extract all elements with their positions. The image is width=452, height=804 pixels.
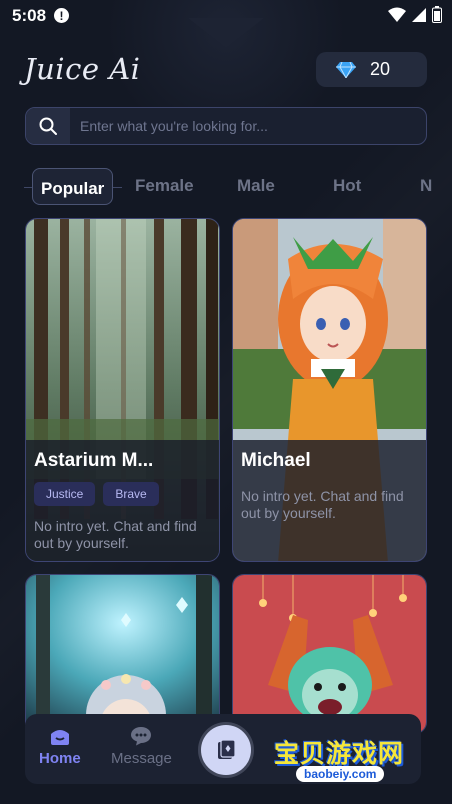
tab-decoration-line bbox=[112, 187, 122, 188]
category-tabs: Popular Female Male Hot N bbox=[0, 168, 452, 208]
tab-more[interactable]: N bbox=[420, 176, 432, 196]
app-logo: Juice Ai bbox=[24, 52, 141, 86]
character-card[interactable]: Michael No intro yet. Chat and find out … bbox=[232, 218, 427, 562]
card-info: Michael No intro yet. Chat and find out … bbox=[233, 440, 426, 561]
card-image-fairy-forest bbox=[26, 575, 219, 733]
character-card[interactable] bbox=[25, 574, 220, 734]
create-card-button[interactable] bbox=[201, 725, 251, 775]
watermark-url: baobeiy.com bbox=[296, 766, 385, 782]
watermark-logo: 宝贝游戏网 baobeiy.com bbox=[274, 730, 424, 792]
nav-home[interactable]: Home bbox=[39, 726, 81, 767]
search-icon bbox=[39, 117, 57, 135]
tab-hot[interactable]: Hot bbox=[333, 176, 361, 196]
status-time: 5:08 bbox=[12, 6, 47, 25]
card-image-cartoon-character bbox=[233, 575, 426, 733]
cards-icon bbox=[218, 739, 236, 759]
diamond-icon bbox=[336, 61, 356, 78]
wifi-icon bbox=[388, 7, 406, 22]
tab-female[interactable]: Female bbox=[135, 176, 194, 196]
character-card[interactable]: Astarium M... Justice Brave No intro yet… bbox=[25, 218, 220, 562]
gem-balance[interactable]: 20 bbox=[316, 52, 427, 87]
nav-message[interactable]: Message bbox=[111, 726, 172, 767]
character-intro: No intro yet. Chat and find out by yours… bbox=[241, 488, 404, 521]
search-button[interactable] bbox=[26, 108, 70, 144]
watermark-text: 宝贝游戏网 bbox=[274, 739, 405, 768]
gem-count: 20 bbox=[370, 59, 391, 79]
battery-icon bbox=[432, 6, 442, 23]
tag-list: Justice Brave bbox=[34, 482, 211, 506]
search-input[interactable] bbox=[70, 108, 426, 144]
nav-home-label: Home bbox=[39, 750, 81, 767]
character-card[interactable] bbox=[232, 574, 427, 734]
alert-icon: ! bbox=[54, 8, 69, 23]
signal-icon bbox=[412, 7, 426, 22]
status-bar: 5:08 ! bbox=[0, 0, 452, 32]
character-name: Michael bbox=[241, 450, 311, 471]
tab-popular[interactable]: Popular bbox=[32, 168, 114, 205]
home-icon bbox=[50, 730, 69, 745]
tag-badge: Justice bbox=[34, 482, 96, 506]
status-icons bbox=[388, 6, 442, 23]
character-name: Astarium M... bbox=[34, 450, 154, 471]
tab-male[interactable]: Male bbox=[237, 176, 275, 196]
character-intro: No intro yet. Chat and find out by yours… bbox=[34, 518, 197, 551]
card-info: Astarium M... Justice Brave No intro yet… bbox=[26, 440, 219, 561]
message-icon bbox=[131, 727, 152, 746]
tag-badge: Brave bbox=[103, 482, 159, 506]
nav-message-label: Message bbox=[111, 750, 172, 767]
search-bar bbox=[25, 107, 427, 145]
